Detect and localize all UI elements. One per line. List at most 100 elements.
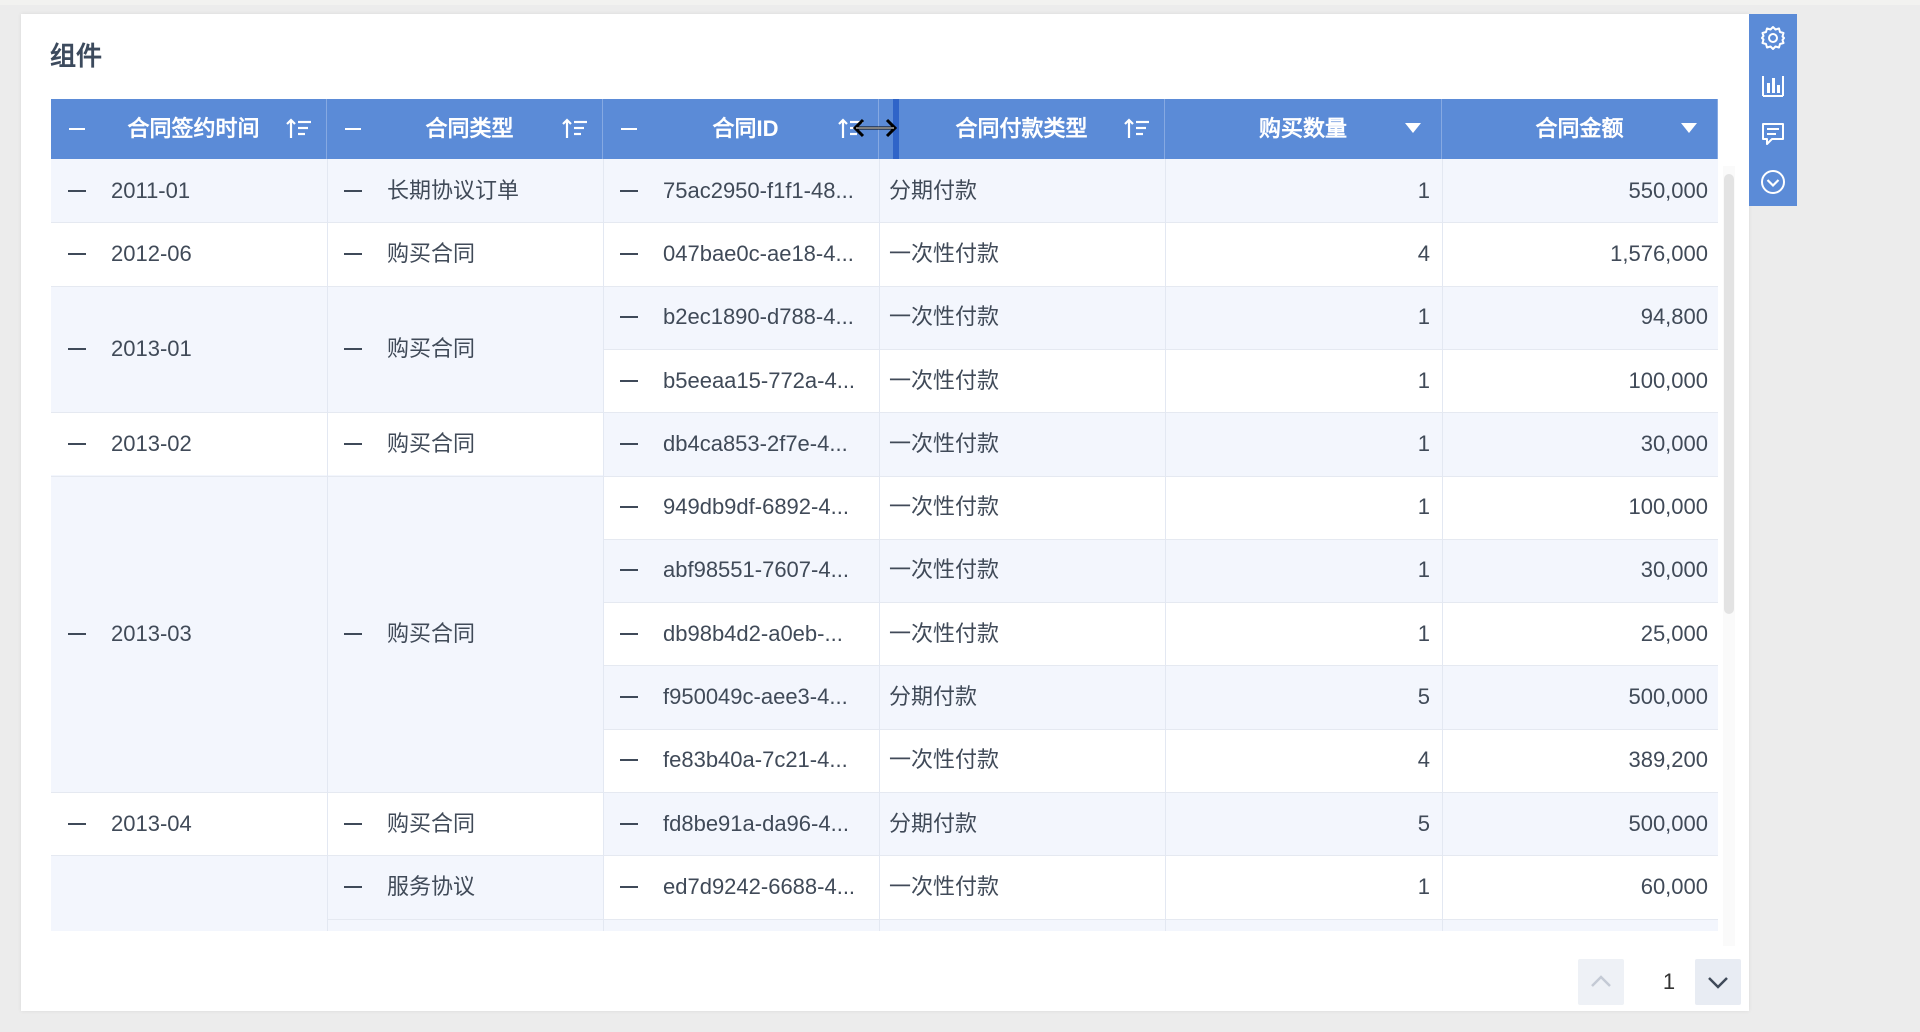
column-divider [603,159,604,931]
collapse-icon[interactable] [68,442,86,445]
collapse-icon[interactable] [620,252,638,255]
column-divider [327,159,328,931]
cell-contract-amount: 550,000 [1628,177,1708,203]
column-header-5[interactable]: 购买数量 [1165,99,1442,159]
collapse-icon[interactable] [620,316,638,319]
column-header-4[interactable]: 合同付款类型 [879,99,1165,159]
cell-purchase-quantity: 1 [1417,873,1430,899]
collapse-icon[interactable] [344,632,362,635]
collapse-icon[interactable] [68,252,86,255]
cell-signing-date: 2011-01 [111,177,191,203]
cell-payment-type: 一次性付款 [889,557,1000,583]
collapse-icon[interactable] [620,632,638,635]
comment-button[interactable] [1749,110,1797,158]
collapse-icon[interactable] [620,442,638,445]
cell-contract-amount: 30,000 [1640,430,1708,456]
filter-dropdown-icon[interactable] [1405,123,1421,133]
component-panel: 组件 合同签约时间 合同类型 合同ID 合同付款类型 购买数量 合同金额 2011-01 2… [21,14,1749,1011]
collapse-icon[interactable] [344,885,362,888]
cell-contract-amount: 389,200 [1628,747,1708,773]
sort-icon[interactable] [1124,117,1150,141]
collapse-icon[interactable] [620,569,638,572]
cell-contract-type: 购买合同 [387,430,476,456]
cell-signing-date: 2013-03 [111,620,192,646]
cell-contract-amount: 500,000 [1628,684,1708,710]
collapse-icon[interactable] [68,189,86,192]
cell-contract-amount: 60,000 [1640,873,1708,899]
row-background [603,918,1718,931]
sort-icon[interactable] [562,117,588,141]
cell-payment-type: 一次性付款 [889,620,1000,646]
settings-button[interactable] [1749,14,1797,62]
cell-payment-type: 一次性付款 [889,304,1000,330]
cell-contract-id: 949db9df-6892-4... [663,494,849,520]
collapse-icon[interactable] [68,822,86,825]
collapse-icon[interactable] [620,696,638,699]
cell-contract-id: db4ca853-2f7e-4... [663,430,848,456]
cell-purchase-quantity: 1 [1417,430,1430,456]
panel-title: 组件 [50,41,103,71]
chart-button[interactable] [1749,62,1797,110]
cell-contract-type: 购买合同 [387,240,476,266]
table-body: 2011-01 2012-06 2013-01 2013-02 2013-03 2013-… [51,159,1718,931]
column-header-1[interactable]: 合同签约时间 [51,99,327,159]
collapse-icon[interactable] [620,885,638,888]
cell-purchase-quantity: 5 [1417,810,1430,836]
collapse-icon[interactable] [344,822,362,825]
cell-purchase-quantity: 4 [1417,240,1430,266]
row-divider [603,918,1718,920]
collapse-icon[interactable] [344,252,362,255]
pivot-table: 合同签约时间 合同类型 合同ID 合同付款类型 购买数量 合同金额 2011-01 2012… [51,99,1718,931]
collapse-icon[interactable] [620,189,638,192]
cell-contract-id: fd8be91a-da96-4... [663,810,849,836]
cell-payment-type: 一次性付款 [889,747,1000,773]
cell-payment-type: 一次性付款 [889,873,1000,899]
column-header-2[interactable]: 合同类型 [327,99,603,159]
cell-purchase-quantity: 1 [1417,367,1430,393]
column-header-label: 购买数量 [1258,116,1347,141]
page-up-button[interactable] [1578,959,1624,1005]
cell-contract-id: db98b4d2-a0eb-... [663,620,843,646]
group-divider [327,285,603,287]
column-header-6[interactable]: 合同金额 [1442,99,1718,159]
collapse-icon[interactable] [344,442,362,445]
collapse-icon[interactable] [620,379,638,382]
cell-payment-type: 分期付款 [889,810,978,836]
cell-contract-id: b5eeaa15-772a-4... [663,367,856,393]
collapse-icon[interactable] [68,347,86,350]
cell-signing-date: 2012-06 [111,240,192,266]
page-down-button[interactable] [1695,959,1741,1005]
collapse-icon[interactable] [68,632,86,635]
group-divider [51,855,327,857]
filter-dropdown-icon[interactable] [1681,123,1697,133]
cell-contract-type: 购买合同 [387,810,476,836]
comment-icon [1762,123,1784,145]
column-header-3[interactable]: 合同ID [603,99,879,159]
group-divider [51,475,327,477]
more-button[interactable] [1749,158,1797,206]
collapse-icon[interactable] [620,759,638,762]
sort-icon[interactable] [286,117,312,141]
collapse-icon[interactable] [344,347,362,350]
cell-payment-type: 分期付款 [889,177,978,203]
cell-contract-amount: 1,576,000 [1610,240,1708,266]
collapse-icon[interactable] [620,822,638,825]
cell-purchase-quantity: 1 [1417,557,1430,583]
cell-payment-type: 一次性付款 [889,494,1000,520]
collapse-icon[interactable] [344,189,362,192]
window-top-edge [0,0,1920,5]
vertical-scrollbar-thumb[interactable] [1724,174,1734,614]
group-divider [327,918,603,920]
cell-payment-type: 一次性付款 [889,430,1000,456]
cell-payment-type: 一次性付款 [889,367,1000,393]
date-group-background [51,855,327,931]
cell-purchase-quantity: 1 [1417,494,1430,520]
cell-contract-id: 75ac2950-f1f1-48... [663,177,854,203]
current-page-number: 1 [1662,969,1676,994]
column-divider [879,159,880,931]
collapse-icon[interactable] [620,506,638,509]
cell-purchase-quantity: 1 [1417,620,1430,646]
cell-contract-id: fe83b40a-7c21-4... [663,747,848,773]
cell-payment-type: 分期付款 [889,684,978,710]
group-divider [327,475,603,477]
